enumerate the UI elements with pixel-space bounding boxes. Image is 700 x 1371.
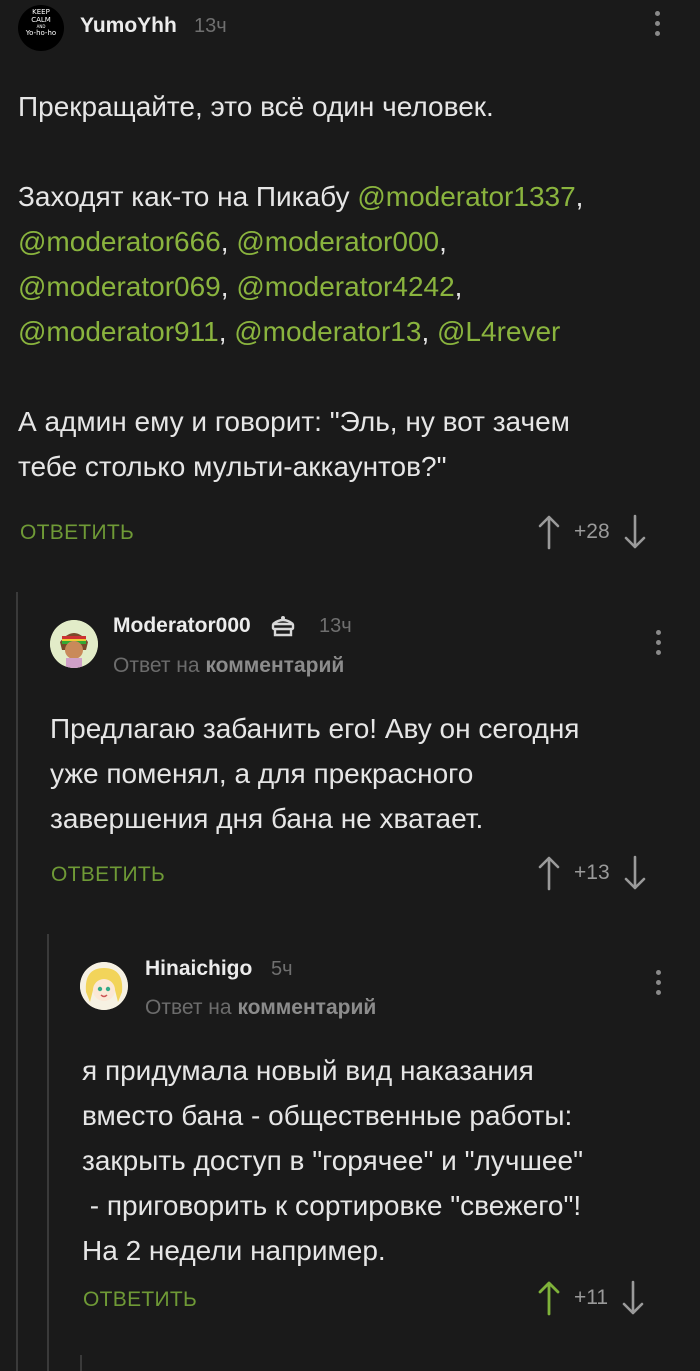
author-name[interactable]: YumoYhh — [80, 14, 177, 38]
comment-text: я придумала новый вид наказания вместо б… — [82, 1048, 692, 1273]
mention-link[interactable]: @moderator4242 — [236, 271, 454, 302]
mention-link[interactable]: @L4rever — [437, 316, 560, 347]
vote-controls: +11 — [538, 1280, 644, 1316]
arrow-down-icon[interactable] — [622, 1280, 644, 1316]
reply-to-label: Ответ на комментарий — [145, 996, 376, 1020]
reply-to-label: Ответ на комментарий — [113, 654, 344, 678]
comment-text-fragment: Заходят как-то на Пикабу — [18, 181, 358, 212]
comment-line: Предлагаю забанить его! Аву он сегодня — [50, 713, 580, 744]
moderator-badge-icon — [271, 616, 295, 637]
vote-controls: +13 — [538, 855, 646, 891]
reply-to-link[interactable]: комментарий — [205, 654, 344, 677]
comment-line: - приговорить к сортировке "свежего"! — [82, 1190, 582, 1221]
comment-paragraph: Прекращайте, это всё один человек. — [18, 91, 494, 122]
avatar-illustration — [50, 620, 98, 668]
reply-to-prefix: Ответ на — [145, 996, 232, 1019]
comment-line: уже поменял, а для прекрасного — [50, 758, 474, 789]
avatar[interactable] — [80, 962, 128, 1010]
author-name[interactable]: Moderator000 — [113, 614, 251, 638]
avatar-text-line: KEEP — [32, 8, 50, 16]
arrow-down-icon[interactable] — [624, 855, 646, 891]
reply-button[interactable]: ОТВЕТИТЬ — [83, 1288, 197, 1312]
reply-button[interactable]: ОТВЕТИТЬ — [51, 863, 165, 887]
arrow-up-icon[interactable] — [538, 514, 560, 550]
comment-text: Предлагаю забанить его! Аву он сегодня у… — [50, 706, 690, 841]
score: +13 — [574, 861, 610, 884]
comment-line: завершения дня бана не хватает. — [50, 803, 484, 834]
mention-link[interactable]: @moderator13 — [234, 316, 421, 347]
mention-link[interactable]: @moderator000 — [236, 226, 439, 257]
reply-to-link[interactable]: комментарий — [237, 996, 376, 1019]
score: +28 — [574, 520, 610, 543]
reply-button[interactable]: ОТВЕТИТЬ — [20, 521, 134, 545]
vote-controls: +28 — [538, 514, 646, 550]
arrow-up-icon[interactable] — [538, 855, 560, 891]
kebab-menu-icon[interactable] — [654, 970, 662, 995]
thread-line-level-2 — [47, 934, 49, 1371]
comment-line: закрыть доступ в "горячее" и "лучшее" — [82, 1145, 584, 1176]
comment-line: тебе столько мульти-аккаунтов?" — [18, 451, 447, 482]
mention-link[interactable]: @moderator911 — [18, 316, 219, 347]
avatar-illustration — [80, 962, 128, 1010]
timestamp: 5ч — [271, 958, 293, 980]
avatar[interactable]: KEEP CALM AND Yo-ho-ho — [18, 5, 64, 51]
comment-line: На 2 недели например. — [82, 1235, 386, 1266]
reply-to-prefix: Ответ на — [113, 654, 200, 677]
kebab-menu-icon[interactable] — [654, 630, 662, 655]
mention-link[interactable]: @moderator1337 — [357, 181, 575, 212]
comment-line: я придумала новый вид наказания — [82, 1055, 534, 1086]
comment-text: Прекращайте, это всё один человек. Заход… — [18, 84, 688, 489]
thread-line-level-3 — [80, 1355, 82, 1371]
arrow-up-icon[interactable] — [538, 1280, 560, 1316]
timestamp: 13ч — [194, 15, 227, 37]
avatar-text-line: Yo-ho-ho — [25, 29, 57, 37]
avatar[interactable] — [50, 620, 98, 668]
comment-line: А админ ему и говорит: "Эль, ну вот заче… — [18, 406, 570, 437]
thread-line-level-1 — [16, 592, 18, 1371]
avatar-text-line: CALM — [31, 16, 51, 24]
author-name[interactable]: Hinaichigo — [145, 957, 252, 981]
score: +11 — [574, 1286, 609, 1309]
mention-link[interactable]: @moderator666 — [18, 226, 221, 257]
timestamp: 13ч — [319, 615, 352, 637]
kebab-menu-icon[interactable] — [653, 11, 661, 36]
arrow-down-icon[interactable] — [624, 514, 646, 550]
mention-link[interactable]: @moderator069 — [18, 271, 221, 302]
comment-line: вместо бана - общественные работы: — [82, 1100, 573, 1131]
